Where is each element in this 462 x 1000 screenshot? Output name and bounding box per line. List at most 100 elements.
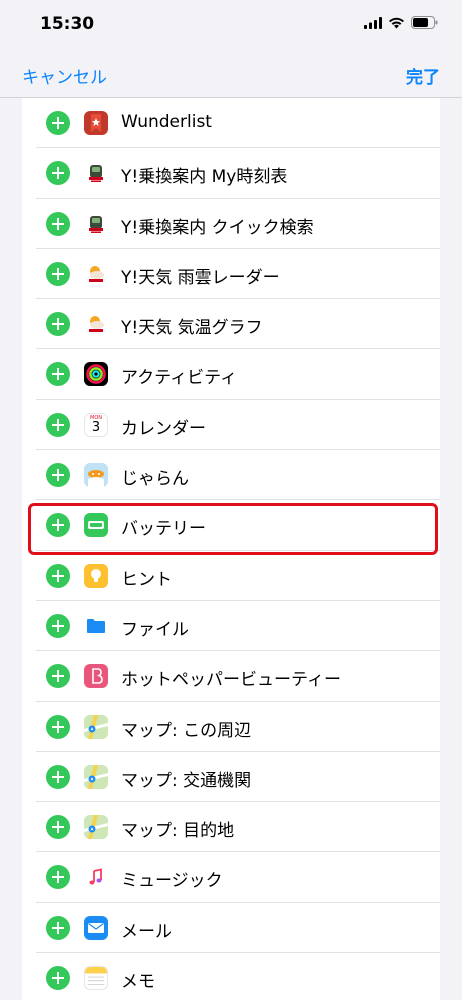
list-item-label: ミュージック [121, 871, 223, 892]
list-item-label: マップ: 交通機関 [121, 770, 252, 791]
list-item-label: マップ: 目的地 [121, 821, 235, 842]
list-item-label: メモ [121, 972, 155, 993]
plus-icon [52, 770, 64, 783]
list-item-battery[interactable]: バッテリー [22, 500, 440, 551]
add-button[interactable] [46, 613, 70, 638]
plus-icon [52, 569, 64, 582]
mail-icon [84, 915, 108, 940]
list-item-label: メール [121, 921, 172, 942]
plus-icon [52, 519, 64, 532]
add-button[interactable] [46, 815, 70, 840]
cancel-button[interactable]: キャンセル [22, 63, 107, 88]
plus-icon [52, 469, 64, 482]
calendar-icon: MON 3 [84, 412, 108, 437]
list-item-label: アクティビティ [121, 368, 238, 389]
calendar-day: 3 [91, 420, 101, 436]
list-item-label: マップ: この周辺 [121, 720, 252, 741]
add-button[interactable] [46, 312, 70, 337]
list-item-activity[interactable]: アクティビティ [22, 349, 440, 400]
list-item-maps-transit[interactable]: マップ: 交通機関 [22, 752, 440, 803]
nav-bar: キャンセル 完了 [0, 50, 462, 98]
list-item-maps-destination[interactable]: マップ: 目的地 [22, 802, 440, 853]
list-item-jalan[interactable]: じゃらん [22, 450, 440, 501]
add-button[interactable] [46, 362, 70, 387]
yahoo-transit-icon [84, 161, 108, 186]
plus-icon [52, 167, 64, 180]
list-item-label: カレンダー [121, 418, 206, 439]
tips-icon [84, 563, 108, 588]
list-item-label: ホットペッパービューティー [121, 670, 341, 691]
list-item-label: Y!乗換案内 クイック検索 [121, 217, 314, 238]
add-button[interactable] [46, 563, 70, 588]
status-time: 15:30 [40, 14, 95, 34]
list-item-files[interactable]: ファイル [22, 601, 440, 652]
list-item-yahoo-transit-timetable[interactable]: Y!乗換案内 My時刻表 [22, 148, 440, 199]
yahoo-weather-icon [84, 261, 108, 286]
list-item-maps-nearby[interactable]: マップ: この周辺 [22, 702, 440, 752]
status-icons [364, 16, 438, 29]
plus-icon [52, 267, 64, 280]
files-icon [84, 613, 108, 638]
plus-icon [52, 720, 64, 733]
plus-icon [52, 217, 64, 230]
list-item-calendar[interactable]: MON 3 カレンダー [22, 400, 440, 451]
plus-icon [52, 418, 64, 431]
maps-icon [84, 714, 108, 739]
add-button[interactable] [46, 764, 70, 789]
add-button[interactable] [46, 211, 70, 236]
list-item-hotpepper-beauty[interactable]: ホットペッパービューティー [22, 651, 440, 702]
add-button[interactable] [46, 161, 70, 186]
status-bar: 15:30 [0, 0, 462, 50]
list-item-yahoo-weather-radar[interactable]: Y!天気 雨雲レーダー [22, 249, 440, 300]
add-button[interactable] [46, 463, 70, 488]
add-button[interactable] [46, 111, 70, 135]
widget-list: Wunderlist Y!乗換案内 My時刻表 Y!乗換案内 クイック検索 Y!… [22, 98, 440, 1000]
plus-icon [52, 921, 64, 934]
list-item-music[interactable]: ミュージック [22, 852, 440, 903]
jalan-icon [84, 463, 108, 488]
yahoo-transit-icon [84, 211, 108, 236]
plus-icon [52, 368, 64, 381]
notes-icon [84, 966, 108, 991]
add-button[interactable] [46, 513, 70, 538]
list-item-yahoo-weather-temperature[interactable]: Y!天気 気温グラフ [22, 299, 440, 350]
maps-icon [84, 764, 108, 789]
activity-icon [84, 362, 108, 387]
hotpepper-beauty-icon [84, 664, 108, 689]
list-item-label: バッテリー [121, 519, 206, 540]
list-item-yahoo-transit-quick-search[interactable]: Y!乗換案内 クイック検索 [22, 199, 440, 249]
add-button[interactable] [46, 966, 70, 991]
plus-icon [52, 972, 64, 985]
plus-icon [52, 117, 64, 129]
list-item-label: Y!乗換案内 My時刻表 [121, 167, 288, 188]
list-item-label: ヒント [121, 569, 172, 590]
done-button[interactable]: 完了 [406, 63, 440, 88]
plus-icon [52, 670, 64, 683]
music-icon [84, 865, 108, 890]
wifi-icon [389, 17, 404, 28]
list-item-notes[interactable]: メモ [22, 953, 440, 1000]
add-button[interactable] [46, 865, 70, 890]
yahoo-weather-icon [84, 312, 108, 337]
list-item-wunderlist[interactable]: Wunderlist [22, 98, 440, 149]
add-button[interactable] [46, 915, 70, 940]
list-item-label: Y!天気 雨雲レーダー [121, 267, 280, 288]
add-button[interactable] [46, 664, 70, 689]
list-item-label: Y!天気 気温グラフ [121, 318, 263, 339]
add-button[interactable] [46, 412, 70, 437]
wunderlist-icon [84, 111, 108, 135]
plus-icon [52, 318, 64, 331]
maps-icon [84, 815, 108, 840]
list-item-mail[interactable]: メール [22, 903, 440, 954]
list-item-label: Wunderlist [121, 112, 212, 132]
add-button[interactable] [46, 261, 70, 286]
add-button[interactable] [46, 714, 70, 739]
battery-icon [84, 513, 108, 538]
battery-status-icon [411, 16, 438, 29]
list-item-label: じゃらん [121, 469, 189, 490]
cellular-signal-icon [364, 16, 382, 29]
list-item-tips[interactable]: ヒント [22, 551, 440, 601]
plus-icon [52, 871, 64, 884]
list-item-label: ファイル [121, 619, 189, 640]
plus-icon [52, 821, 64, 834]
